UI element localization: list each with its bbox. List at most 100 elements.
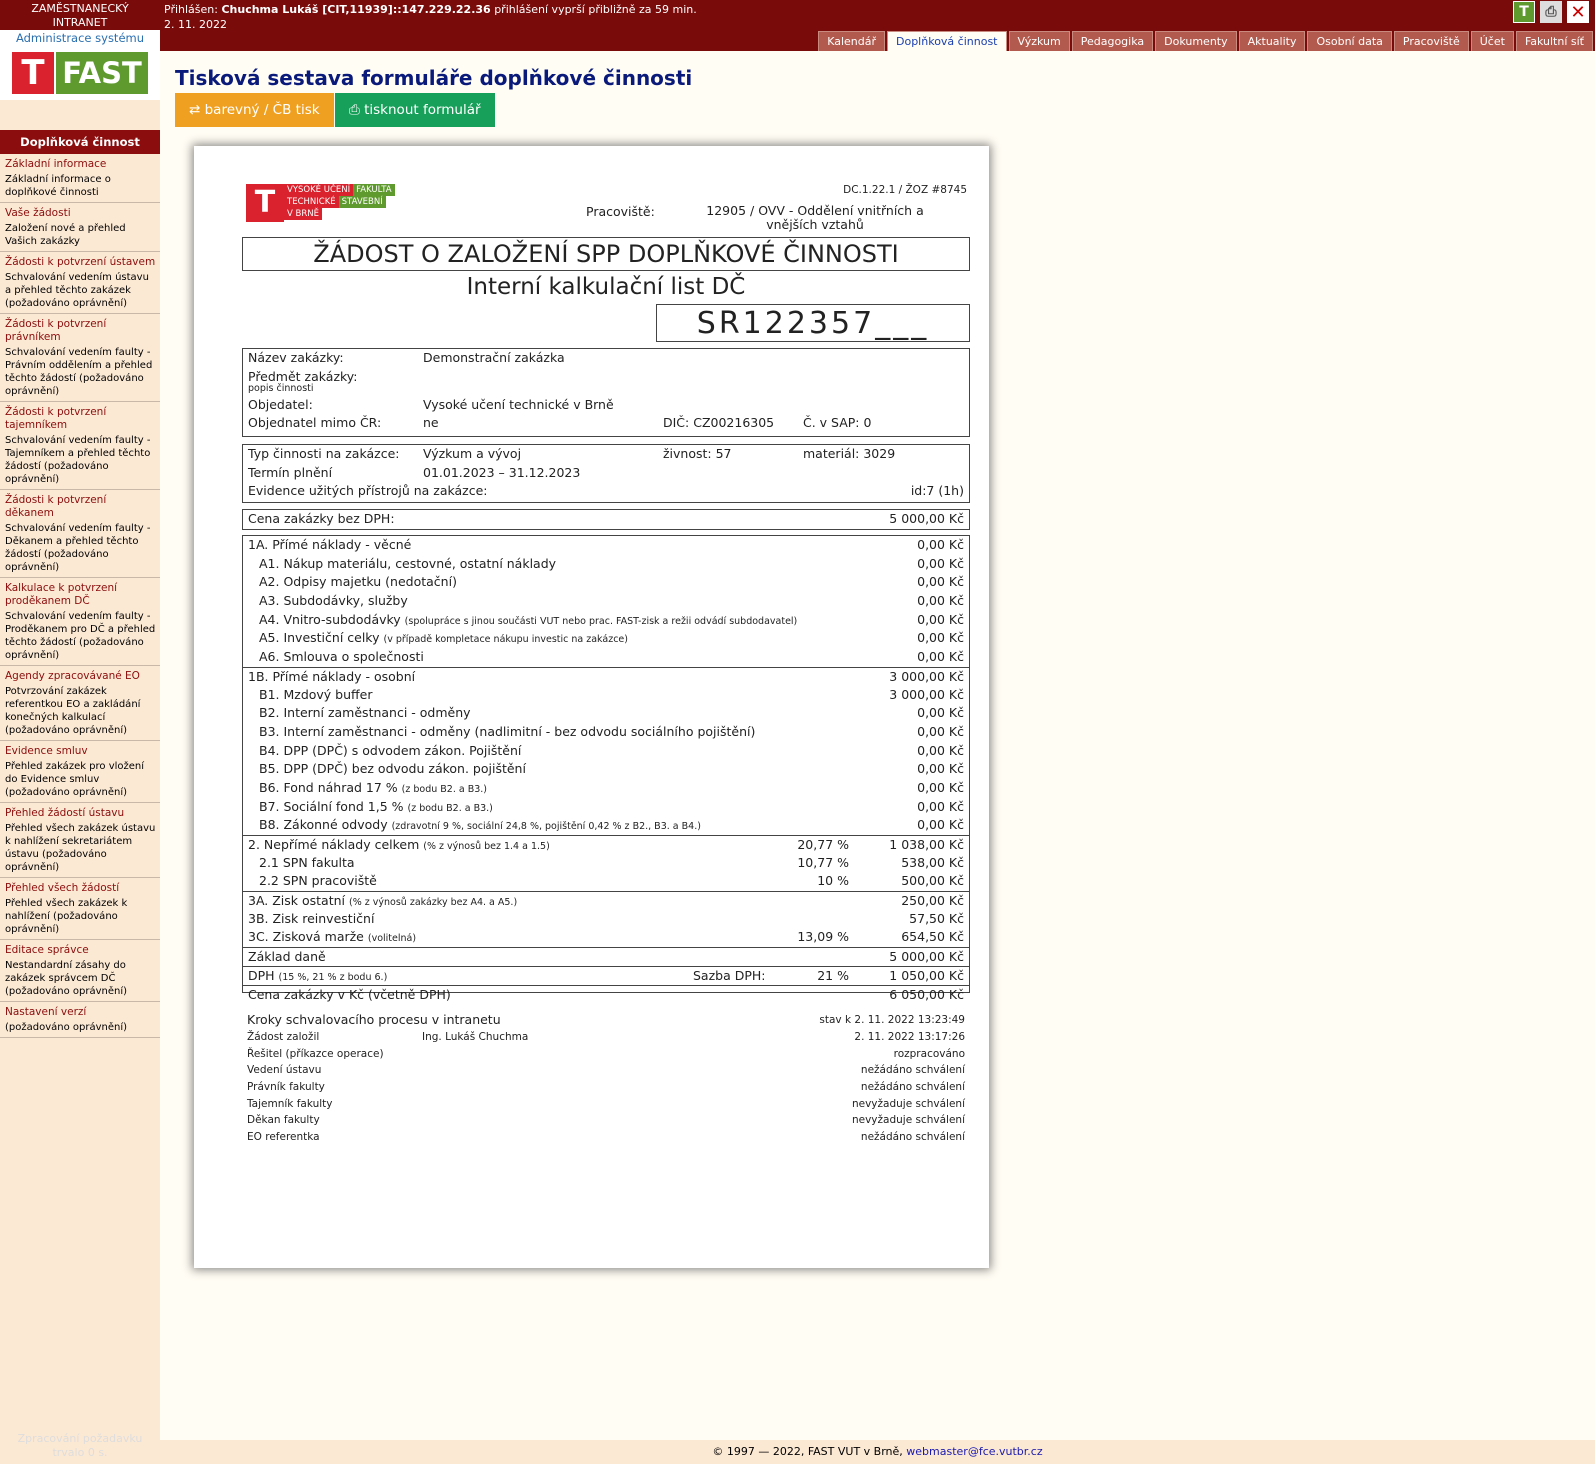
cost-value: 1 038,00 Kč bbox=[889, 837, 964, 852]
sidebar-item-desc: Schvalování vedením faulty - Proděkanem … bbox=[5, 611, 156, 661]
cost-row: B4. DPP (DPČ) s odvodem zákon. Pojištění… bbox=[243, 742, 969, 761]
print-form-button[interactable]: ⎙ tisknout formulář bbox=[335, 93, 495, 127]
field-value: ne bbox=[423, 415, 439, 431]
doc-reference: DC.1.22.1 / ŽOZ #8745 bbox=[843, 184, 967, 196]
fast-home-icon[interactable]: T bbox=[1513, 1, 1535, 23]
step-label: Vedení ústavu bbox=[247, 1064, 322, 1077]
sidebar-menu: Základní informace Základní informace o d… bbox=[0, 154, 160, 1038]
cost-value: 250,00 Kč bbox=[901, 893, 964, 909]
fast-logo[interactable]: T FAST bbox=[0, 47, 160, 100]
admin-link[interactable]: Administrace systému bbox=[0, 30, 160, 47]
price-value: 5 000,00 Kč bbox=[889, 511, 964, 526]
cost-row: A2. Odpisy majetku (nedotační) 0,00 Kč bbox=[243, 573, 969, 592]
sidebar-item-title[interactable]: Přehled všech žádostí bbox=[5, 882, 156, 895]
sidebar-item[interactable]: Přehled žádostí ústavu Přehled všech zaká… bbox=[0, 803, 160, 878]
sidebar-item-desc: Základní informace o doplňkové činnosti bbox=[5, 174, 111, 198]
steps-status-date: stav k 2. 11. 2022 13:23:49 bbox=[819, 1014, 965, 1026]
sidebar-item-title[interactable]: Kalkulace k potvrzení proděkanem DČ bbox=[5, 582, 156, 608]
sidebar-item-title[interactable]: Základní informace bbox=[5, 158, 156, 171]
cost-percent: 10,77 % bbox=[797, 854, 849, 870]
sidebar: Administrace systému T FAST Doplňková či… bbox=[0, 30, 160, 1464]
sidebar-item-desc: Schvalování vedením faulty - Právním odd… bbox=[5, 347, 153, 397]
price-label: Cena zakázky bez DPH: bbox=[248, 511, 395, 526]
webmaster-link[interactable]: webmaster@fce.vutbr.cz bbox=[906, 1445, 1042, 1458]
cost-value: 0,00 Kč bbox=[917, 817, 964, 833]
sidebar-item[interactable]: Agendy zpracovávané EO Potvrzování zakáze… bbox=[0, 666, 160, 741]
close-icon[interactable]: ✕ bbox=[1567, 1, 1589, 23]
sidebar-item[interactable]: Žádosti k potvrzení tajemníkem Schvalován… bbox=[0, 402, 160, 490]
printer-icon[interactable]: ⎙ bbox=[1540, 1, 1562, 23]
tab-3[interactable]: Pedagogika bbox=[1071, 31, 1154, 51]
cost-row: 2. Nepřímé náklady celkem (% z výnosů be… bbox=[243, 835, 969, 854]
tab-6[interactable]: Osobní data bbox=[1307, 31, 1392, 51]
sidebar-item-title[interactable]: Evidence smluv bbox=[5, 745, 156, 758]
sidebar-item[interactable]: Nastavení verzí (požadováno oprávnění) bbox=[0, 1002, 160, 1038]
field-label: Typ činnosti na zakázce: bbox=[248, 446, 400, 461]
tab-1[interactable]: Doplňková činnost bbox=[887, 31, 1007, 51]
vut-logo: T VYSOKÉ UČENÍ FAKULTA TECHNICKÉ STAVEBNÍ … bbox=[246, 184, 395, 222]
total-label: Cena zakázky v Kč (včetně DPH) bbox=[248, 986, 451, 1002]
tab-0[interactable]: Kalendář bbox=[818, 31, 885, 51]
color-toggle-button[interactable]: ⇄ barevný / ČB tisk bbox=[175, 93, 334, 127]
cost-label-wrap: B2. Interní zaměstnanci - odměny bbox=[248, 704, 471, 723]
cost-value: 0,00 Kč bbox=[917, 742, 964, 758]
sidebar-item-title[interactable]: Přehled žádostí ústavu bbox=[5, 807, 156, 820]
sidebar-item[interactable]: Žádosti k potvrzení děkanem Schvalování v… bbox=[0, 490, 160, 578]
page-title: Tisková sestava formuláře doplňkové činn… bbox=[175, 66, 693, 90]
sidebar-item[interactable]: Editace správce Nestandardní zásahy do za… bbox=[0, 940, 160, 1002]
cost-row: B3. Interní zaměstnanci - odměny (nadlim… bbox=[243, 723, 969, 742]
sidebar-item[interactable]: Žádosti k potvrzení ústavem Schvalování v… bbox=[0, 252, 160, 314]
cost-row: 3C. Zisková marže (volitelná) 13,09 % 654,… bbox=[243, 928, 969, 947]
dph-rate-value: 21 % bbox=[817, 967, 849, 983]
step-label: EO referentka bbox=[247, 1131, 320, 1144]
cost-note: (spolupráce s jinou součásti VUT nebo pr… bbox=[404, 615, 798, 627]
cost-row: A5. Investiční celky (v případě kompleta… bbox=[243, 629, 969, 648]
cost-row: B2. Interní zaměstnanci - odměny 0,00 Kč bbox=[243, 704, 969, 723]
cost-value: 0,00 Kč bbox=[917, 593, 964, 609]
sidebar-item[interactable]: Kalkulace k potvrzení proděkanem DČ Schva… bbox=[0, 578, 160, 666]
sidebar-item-desc: (požadováno oprávnění) bbox=[5, 1022, 128, 1033]
sidebar-item[interactable]: Žádosti k potvrzení právníkem Schvalování… bbox=[0, 314, 160, 402]
sidebar-item-desc: Přehled všech zakázek k nahlížení (požad… bbox=[5, 898, 128, 935]
cost-label-wrap: 2.1 SPN fakulta bbox=[248, 854, 355, 873]
cost-value: 0,00 Kč bbox=[917, 798, 964, 814]
cost-note: (z bodu B2. a B3.) bbox=[407, 802, 493, 814]
sidebar-item[interactable]: Evidence smluv Přehled zakázek pro vložen… bbox=[0, 741, 160, 803]
sidebar-item-title[interactable]: Žádosti k potvrzení ústavem bbox=[5, 256, 156, 269]
cost-label-wrap: B7. Sociální fond 1,5 % (z bodu B2. a B3… bbox=[248, 798, 493, 819]
field-value: Demonstrační zakázka bbox=[423, 350, 565, 365]
sidebar-item-title[interactable]: Vaše žádosti bbox=[5, 207, 156, 220]
tab-4[interactable]: Dokumenty bbox=[1155, 31, 1237, 51]
cost-label: B5. DPP (DPČ) bez odvodu zákon. pojištěn… bbox=[259, 761, 526, 777]
cost-value: 0,00 Kč bbox=[917, 761, 964, 777]
activity-box: Typ činnosti na zakázce: Výzkum a vývoj ži… bbox=[242, 444, 970, 503]
sidebar-item-title[interactable]: Žádosti k potvrzení děkanem bbox=[5, 494, 156, 520]
step-status: 2. 11. 2022 13:17:26 bbox=[854, 1031, 965, 1043]
print-icon: ⎙ bbox=[349, 102, 360, 118]
sidebar-item[interactable]: Základní informace Základní informace o d… bbox=[0, 154, 160, 203]
tab-8[interactable]: Účet bbox=[1470, 31, 1514, 51]
cost-label: 3B. Zisk reinvestiční bbox=[248, 910, 375, 926]
tab-2[interactable]: Výzkum bbox=[1008, 31, 1070, 51]
cost-row: A4. Vnitro-subdodávky (spolupráce s jino… bbox=[243, 611, 969, 630]
zivnost-value: živnost: 57 bbox=[663, 446, 732, 461]
intranet-brand: ZAMĚSTNANECKÝ INTRANET bbox=[0, 0, 160, 30]
cost-label: A5. Investiční celky bbox=[259, 630, 380, 646]
doc-subtitle: Interní kalkulační list DČ bbox=[466, 274, 746, 300]
tab-5[interactable]: Aktuality bbox=[1238, 31, 1306, 51]
sidebar-item[interactable]: Vaše žádosti Založení nové a přehled Vaši… bbox=[0, 203, 160, 252]
step-label: Žádost založil bbox=[247, 1031, 320, 1043]
tab-7[interactable]: Pracoviště bbox=[1393, 31, 1469, 51]
cost-row: 3B. Zisk reinvestiční 57,50 Kč bbox=[243, 910, 969, 929]
sidebar-item-title[interactable]: Editace správce bbox=[5, 944, 156, 957]
sidebar-item-title[interactable]: Žádosti k potvrzení tajemníkem bbox=[5, 406, 156, 432]
step-row: Tajemník fakulty nevyžaduje schválení bbox=[242, 1096, 970, 1113]
sidebar-item-title[interactable]: Agendy zpracovávané EO bbox=[5, 670, 156, 683]
sidebar-item-title[interactable]: Nastavení verzí bbox=[5, 1006, 156, 1019]
sidebar-item-title[interactable]: Žádosti k potvrzení právníkem bbox=[5, 318, 156, 344]
field-label: Evidence užitých přístrojů na zakázce: bbox=[248, 483, 488, 499]
cost-label-wrap: 3C. Zisková marže (volitelná) bbox=[248, 928, 416, 949]
cost-label: Základ daně bbox=[248, 949, 326, 965]
tab-9[interactable]: Fakultní síť bbox=[1515, 31, 1593, 51]
sidebar-item[interactable]: Přehled všech žádostí Přehled všech zakáz… bbox=[0, 878, 160, 940]
